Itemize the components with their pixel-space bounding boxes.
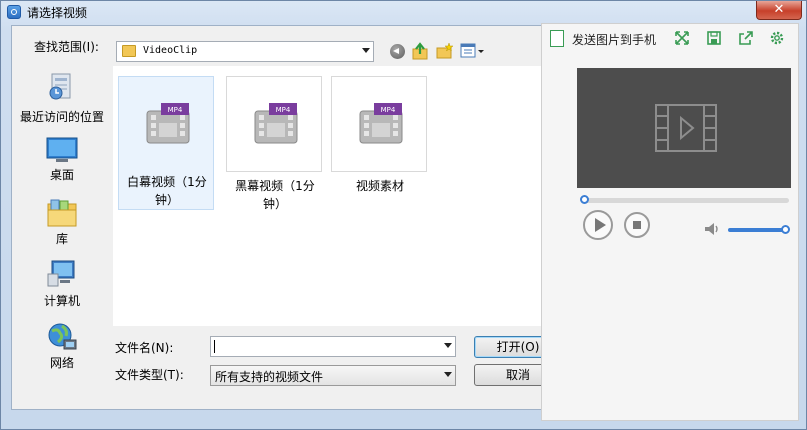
places-bar: 最近访问的位置 桌面 库 计算机 网络 — [12, 66, 112, 406]
close-button[interactable]: ✕ — [756, 1, 802, 20]
mp4-badge: MP4 — [381, 106, 396, 114]
up-folder-icon[interactable] — [412, 42, 430, 60]
recent-places-icon — [49, 73, 71, 100]
place-desktop[interactable]: 桌面 — [12, 134, 112, 186]
filename-input[interactable] — [210, 336, 456, 357]
file-dialog-window: 请选择视频 ✕ 查找范围(I): VideoClip 最近访问的位置 桌面 库 … — [0, 0, 807, 430]
file-item-label: 视频素材 — [355, 179, 404, 193]
volume-icon[interactable] — [704, 222, 722, 236]
place-label-libraries: 库 — [55, 232, 68, 246]
place-label-desktop: 桌面 — [49, 168, 74, 182]
filename-label: 文件名(N): — [115, 341, 174, 355]
place-label-recent: 最近访问的位置 — [19, 110, 104, 124]
title-bar[interactable]: 请选择视频 ✕ — [1, 1, 806, 23]
send-to-phone-label: 发送图片到手机 — [572, 33, 657, 47]
file-item[interactable]: MP4 视频素材 — [331, 76, 427, 193]
desktop-icon — [46, 137, 78, 162]
stop-button[interactable] — [624, 212, 650, 238]
computer-icon — [47, 260, 75, 287]
phone-icon — [550, 30, 564, 47]
video-placeholder-icon — [655, 104, 717, 152]
text-caret — [214, 340, 215, 353]
place-computer[interactable]: 计算机 — [12, 258, 112, 310]
new-folder-icon[interactable] — [436, 42, 454, 60]
preview-toolbar: 发送图片到手机 — [542, 24, 798, 54]
view-menu-icon[interactable] — [460, 42, 486, 60]
back-icon[interactable] — [390, 44, 405, 59]
file-browser-panel: 查找范围(I): VideoClip 最近访问的位置 桌面 库 计算机 网络 M… — [11, 25, 569, 410]
place-network[interactable]: 网络 — [12, 320, 112, 372]
network-icon — [48, 323, 77, 350]
video-preview-screen[interactable] — [577, 68, 791, 188]
chevron-down-icon[interactable] — [444, 343, 452, 348]
file-item-label: 黑幕视频（1分钟） — [235, 179, 315, 211]
lookin-label: 查找范围(I): — [34, 40, 99, 54]
chevron-down-icon[interactable] — [444, 372, 452, 377]
volume-handle[interactable] — [781, 225, 790, 234]
play-button[interactable] — [583, 210, 613, 240]
place-label-network: 网络 — [49, 356, 74, 370]
file-list-view[interactable]: MP4 白幕视频（1分钟） MP4 黑幕视频（1分钟） MP4 视频素材 — [113, 66, 563, 326]
mp4-badge: MP4 — [168, 106, 183, 114]
chevron-down-icon[interactable] — [362, 48, 370, 53]
video-file-icon: MP4 — [146, 103, 190, 144]
gear-icon[interactable] — [769, 30, 785, 46]
app-icon — [7, 5, 21, 19]
lookin-value: VideoClip — [143, 45, 198, 56]
filetype-select[interactable]: 所有支持的视频文件 — [210, 365, 456, 386]
file-item-label: 白幕视频（1分钟） — [127, 175, 207, 207]
seek-bar[interactable] — [580, 195, 789, 204]
preview-panel: 发送图片到手机 — [541, 23, 799, 421]
lookin-combo[interactable]: VideoClip — [116, 41, 374, 62]
video-file-icon: MP4 — [254, 103, 298, 144]
window-title: 请选择视频 — [27, 6, 88, 20]
seek-handle[interactable] — [580, 195, 589, 204]
save-icon[interactable] — [706, 30, 722, 46]
mp4-badge: MP4 — [276, 106, 291, 114]
volume-slider[interactable] — [728, 225, 790, 234]
file-item[interactable]: MP4 白幕视频（1分钟） — [118, 76, 214, 210]
file-item[interactable]: MP4 黑幕视频（1分钟） — [226, 76, 322, 211]
place-libraries[interactable]: 库 — [12, 196, 112, 248]
fullscreen-icon[interactable] — [674, 30, 690, 46]
filetype-value: 所有支持的视频文件 — [215, 370, 324, 384]
filetype-label: 文件类型(T): — [115, 368, 184, 382]
video-file-icon: MP4 — [359, 103, 403, 144]
place-label-computer: 计算机 — [43, 294, 80, 308]
place-recent[interactable]: 最近访问的位置 — [12, 70, 112, 126]
folder-icon — [122, 45, 136, 57]
export-icon[interactable] — [738, 30, 754, 46]
libraries-icon — [47, 199, 77, 227]
